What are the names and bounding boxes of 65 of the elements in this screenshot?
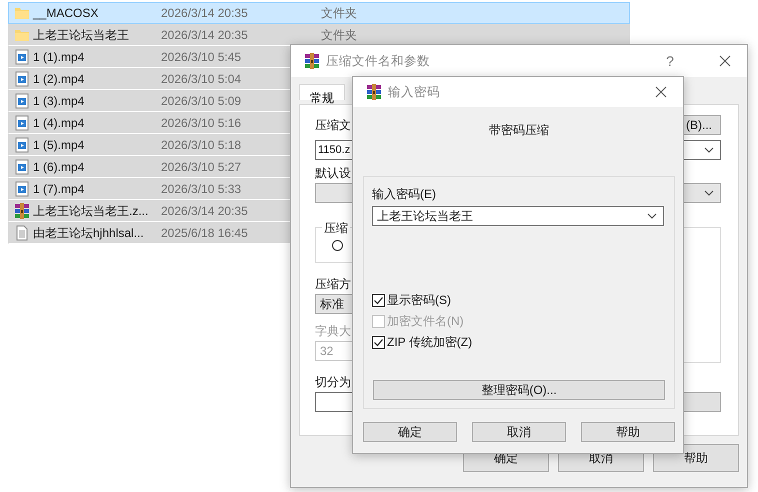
dialog-heading: 带密码压缩	[488, 122, 550, 138]
file-name: __MACOSX	[33, 6, 100, 20]
file-name: 1 (6).mp4	[33, 160, 86, 174]
field-label: 默认设	[315, 166, 351, 180]
file-type: 文件夹	[321, 26, 357, 44]
video-file-icon	[14, 93, 30, 109]
checkbox[interactable]	[372, 336, 385, 349]
file-date: 2026/3/14 20:35	[161, 28, 248, 42]
field-label: 压缩方	[315, 277, 351, 291]
chevron-icon	[647, 213, 657, 219]
checkbox-label: 加密文件名(N)	[387, 313, 464, 330]
checkbox-label: ZIP 传统加密(Z)	[387, 334, 472, 351]
radio-button[interactable]	[332, 240, 343, 251]
checkbox[interactable]	[372, 294, 385, 307]
file-name: 1 (2).mp4	[33, 72, 86, 86]
file-type: 文件夹	[321, 4, 357, 22]
field-label: 字典大	[315, 324, 351, 338]
chevron-icon	[704, 147, 714, 153]
file-date: 2026/3/10 5:18	[161, 138, 242, 152]
folder-icon	[14, 27, 30, 43]
window-title: 压缩文件名和参数	[326, 52, 431, 70]
field-label: 压缩文	[315, 116, 351, 134]
app-icon	[366, 84, 382, 100]
file-name: 上老王论坛当老王	[33, 26, 130, 44]
video-file-icon	[14, 71, 30, 87]
file-name: 上老王论坛当老王.z...	[33, 202, 150, 220]
manage-passwords-button[interactable]: 整理密码(O)...	[373, 380, 665, 400]
dialog-button[interactable]: 帮助	[581, 422, 675, 442]
file-date: 2026/3/10 5:09	[161, 94, 242, 108]
close-icon[interactable]	[719, 55, 731, 67]
chevron-icon	[704, 190, 714, 196]
file-date: 2026/3/14 20:35	[161, 204, 248, 218]
window-title: 输入密码	[388, 84, 441, 100]
password-field[interactable]: 上老王论坛当老王	[372, 206, 664, 226]
video-file-icon	[14, 115, 30, 131]
dialog-button[interactable]: 确定	[363, 422, 457, 442]
file-row[interactable]: __MACOSX 2026/3/14 20:35 文件夹	[8, 2, 630, 24]
video-file-icon	[14, 49, 30, 65]
file-name: 由老王论坛hjhhlsal...	[33, 224, 145, 242]
field-label: 切分为	[315, 375, 351, 389]
file-name: 1 (5).mp4	[33, 138, 86, 152]
video-file-icon	[14, 159, 30, 175]
app-icon	[304, 53, 320, 69]
file-date: 2026/3/14 20:35	[161, 6, 248, 20]
file-name: 1 (3).mp4	[33, 94, 86, 108]
file-date: 2026/3/10 5:04	[161, 72, 242, 86]
text-file-icon	[14, 225, 30, 241]
file-date: 2026/3/10 5:27	[161, 160, 242, 174]
file-date: 2026/3/10 5:33	[161, 182, 242, 196]
dialog-button[interactable]: 取消	[472, 422, 566, 442]
file-name: 1 (7).mp4	[33, 182, 86, 196]
file-name: 1 (1).mp4	[33, 50, 86, 64]
video-file-icon	[14, 137, 30, 153]
checkbox-label: 显示密码(S)	[387, 292, 451, 309]
file-date: 2026/3/10 5:16	[161, 116, 242, 130]
close-icon[interactable]	[655, 86, 667, 98]
file-row[interactable]: 上老王论坛当老王 2026/3/14 20:35 文件夹	[8, 24, 630, 46]
archive-icon	[14, 203, 30, 219]
file-name: 1 (4).mp4	[33, 116, 86, 130]
help-button[interactable]: ?	[655, 53, 685, 69]
video-file-icon	[14, 181, 30, 197]
folder-icon	[14, 5, 30, 21]
file-date: 2026/3/10 5:45	[161, 50, 242, 64]
file-date: 2025/6/18 16:45	[161, 226, 248, 240]
field-label: 输入密码(E)	[372, 187, 436, 201]
